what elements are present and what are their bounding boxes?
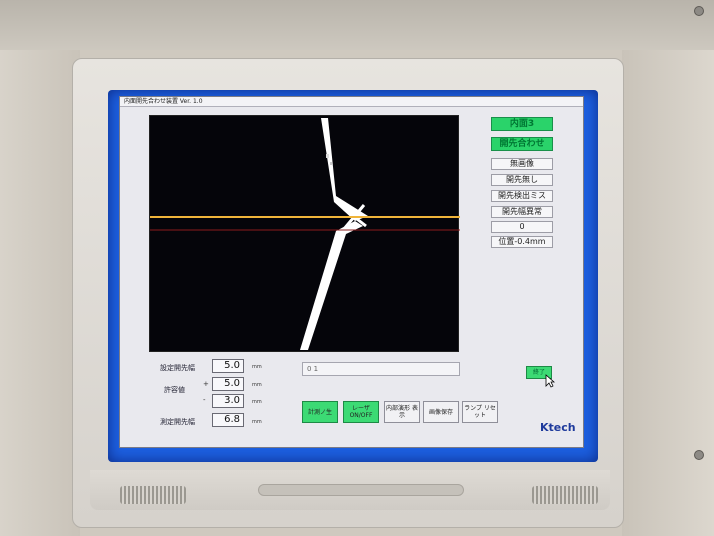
lamp-reset-button[interactable]: ランプ リセット [462,401,498,423]
status-no-groove: 開先無し [491,174,553,186]
laser-trace-image [150,118,460,350]
laser-trace-upper [321,118,368,221]
set-width-label: 設定開先幅 [160,364,195,372]
monitor-vent [532,486,598,504]
internal-display-button-label: 内部演形 表示 [386,405,418,419]
mouse-cursor-icon [545,374,555,388]
progress-field: 0 1 [302,362,460,376]
laser-toggle-button-label: レーザ ON/OFF [349,405,373,419]
set-width-field[interactable]: 5.0 [212,359,244,373]
measure-button-label: 計測ノ生 [307,408,332,416]
measure-button[interactable]: 計測ノ生 [302,401,338,423]
window-title: 内面開先合わせ装置 Ver. 1.0 [120,97,583,107]
tolerance-plus-sign: + [203,380,209,388]
screw-icon [694,450,704,460]
screw-icon [694,6,704,16]
wall-background [0,0,714,50]
cabinet-left [0,50,80,536]
status-count: 0 [491,221,553,233]
monitor-vent [120,486,186,504]
monitor-control-strip[interactable] [258,484,464,496]
measured-width-field: 6.8 [212,413,244,427]
tolerance-minus-field[interactable]: 3.0 [212,394,244,408]
laser-trace-lower [300,221,363,350]
cabinet-right [622,50,714,536]
status-no-image: 無画像 [491,158,553,170]
ktech-logo: Ktech [540,421,576,434]
tolerance-minus-sign: - [203,396,206,404]
tolerance-label: 許容値 [164,386,185,394]
status-width-abnormal: 開先幅異常 [491,206,553,218]
unit-label: mm [252,382,262,388]
measured-width-label: 測定開先幅 [160,418,195,426]
tolerance-plus-field[interactable]: 5.0 [212,377,244,391]
unit-label: mm [252,399,262,405]
internal-display-button[interactable]: 内部演形 表示 [384,401,420,423]
status-detection-error: 開先検出ミス [491,190,553,202]
status-alignment-mode: 開先合わせ [491,137,553,151]
unit-label: mm [252,364,262,370]
save-image-button[interactable]: 画像保存 [423,401,459,423]
save-image-button-label: 画像保存 [428,408,453,416]
lamp-reset-button-label: ランプ リセット [464,405,496,419]
status-face-number: 内面3 [491,117,553,131]
status-position: 位置-0.4mm [491,236,553,248]
laser-toggle-button[interactable]: レーザ ON/OFF [343,401,379,423]
unit-label: mm [252,419,262,425]
camera-image-view [149,115,460,352]
